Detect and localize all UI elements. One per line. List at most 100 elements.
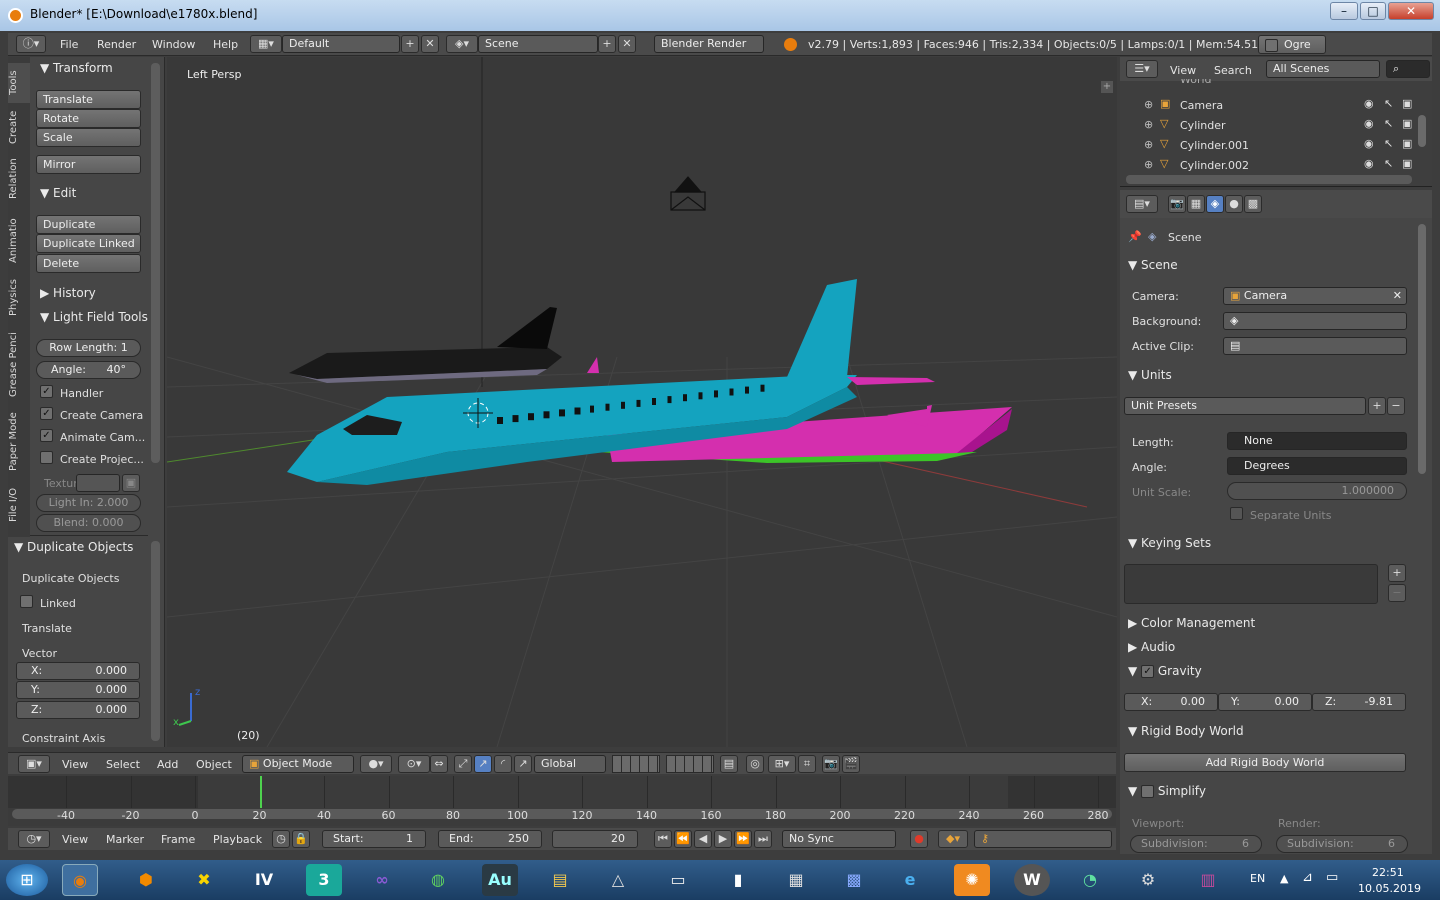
- tray-expand-icon[interactable]: ▲: [1280, 872, 1288, 885]
- proportional-edit-icon[interactable]: ◎: [746, 755, 764, 773]
- viewport-editor-type-icon[interactable]: ▣▾: [18, 755, 50, 773]
- gravity-x-field[interactable]: X: 0.00: [1124, 693, 1218, 711]
- play-icon[interactable]: ▶: [714, 830, 732, 848]
- mirror-button[interactable]: Mirror: [36, 155, 141, 174]
- network-icon[interactable]: ⊿: [1302, 870, 1313, 885]
- texture-browse-icon[interactable]: ▣: [122, 474, 140, 492]
- gravity-checkbox[interactable]: ✓: [1141, 665, 1155, 678]
- layers-context-icon[interactable]: ▦: [1187, 195, 1205, 213]
- language-indicator[interactable]: EN: [1250, 872, 1265, 885]
- taskbar-irfanview-icon[interactable]: IV: [246, 864, 282, 896]
- blend-field[interactable]: Blend: 0.000: [36, 514, 141, 532]
- outliner-item-label[interactable]: Camera: [1180, 99, 1223, 112]
- play-reverse-icon[interactable]: ◀: [694, 830, 712, 848]
- manipulator-scale-icon[interactable]: ◜: [494, 755, 512, 773]
- layer-buttons[interactable]: [612, 755, 660, 773]
- render-animation-icon[interactable]: 🎬: [842, 755, 860, 773]
- end-frame-field[interactable]: End: 250: [438, 830, 542, 848]
- timeline-editor-type-icon[interactable]: ◷▾: [18, 830, 50, 848]
- layout-add-icon[interactable]: +: [401, 35, 419, 53]
- 3d-viewport[interactable]: Left Persp z x (20) +: [167, 57, 1117, 747]
- transform-orientation-select[interactable]: Global: [534, 755, 606, 773]
- keying-add-icon[interactable]: +: [1388, 564, 1406, 582]
- outliner-search-field[interactable]: ⌕: [1386, 60, 1430, 78]
- viewport-subdivision-field[interactable]: Subdivision: 6: [1130, 835, 1262, 853]
- tab-physics[interactable]: Physics: [8, 275, 30, 321]
- scene-context-icon[interactable]: ◈: [1206, 195, 1224, 213]
- taskbar-intellij-icon[interactable]: ▮: [720, 864, 756, 896]
- taskbar-ie-icon[interactable]: e: [892, 864, 928, 896]
- texture-context-icon[interactable]: ▩: [1244, 195, 1262, 213]
- snap-icon[interactable]: ⊞▾: [768, 755, 796, 773]
- visibility-eye-icon[interactable]: ◉: [1364, 157, 1374, 170]
- layout-field[interactable]: Default: [282, 35, 400, 53]
- taskbar-xnview-icon[interactable]: ✖: [186, 864, 222, 896]
- renderability-camera-icon[interactable]: ▣: [1402, 117, 1412, 130]
- panel-history-header[interactable]: ▶ History: [40, 286, 96, 306]
- manipulator-toggle-icon[interactable]: ⇔: [430, 755, 448, 773]
- unit-preset-remove-icon[interactable]: −: [1387, 397, 1405, 415]
- viewport-menu-select[interactable]: Select: [106, 758, 140, 771]
- outliner-menu-search[interactable]: Search: [1214, 64, 1252, 77]
- menu-render[interactable]: Render: [97, 38, 136, 51]
- animate-camera-checkbox[interactable]: ✓: [40, 429, 53, 442]
- add-rigid-body-world-button[interactable]: Add Rigid Body World: [1124, 753, 1406, 772]
- taskbar-keyboard-icon[interactable]: ▩: [836, 864, 872, 896]
- start-button[interactable]: ⊞: [6, 864, 48, 896]
- texture-field[interactable]: [76, 474, 120, 492]
- properties-editor-type-icon[interactable]: ▤▾: [1126, 195, 1158, 213]
- outliner-item-label[interactable]: Cylinder.002: [1180, 159, 1249, 172]
- separate-units-checkbox[interactable]: [1230, 507, 1243, 520]
- vector-x-field[interactable]: X: 0.000: [16, 662, 140, 680]
- keying-remove-icon[interactable]: −: [1388, 584, 1406, 602]
- taskbar-monitor-icon[interactable]: ◔: [1072, 864, 1108, 896]
- camera-field[interactable]: ▣ Camera ✕: [1223, 287, 1407, 305]
- timeline-scrollbar[interactable]: [12, 809, 1112, 819]
- pivot-point-icon[interactable]: ⊙▾: [398, 755, 430, 773]
- clock-time[interactable]: 22:51: [1372, 866, 1404, 879]
- panel-duplicate-objects-header[interactable]: ▼ Duplicate Objects: [14, 540, 133, 560]
- selectability-cursor-icon[interactable]: ↖: [1384, 97, 1393, 110]
- black-plane-model[interactable]: [289, 307, 562, 383]
- active-keying-set-field[interactable]: ⚷: [974, 830, 1112, 848]
- outliner-editor-type-icon[interactable]: ☰▾: [1126, 60, 1158, 78]
- unit-preset-add-icon[interactable]: +: [1368, 397, 1386, 415]
- render-context-icon[interactable]: 📷: [1168, 195, 1186, 213]
- tab-relation[interactable]: Relation: [8, 153, 30, 205]
- panel-audio-header[interactable]: ▶ Audio: [1128, 640, 1175, 660]
- sync-mode-select[interactable]: No Sync: [782, 830, 896, 848]
- tab-create[interactable]: Create: [8, 107, 30, 147]
- clock-date[interactable]: 10.05.2019: [1358, 882, 1421, 895]
- viewport-corner-plus-icon[interactable]: +: [1101, 81, 1113, 93]
- outliner-hscrollbar[interactable]: [1126, 175, 1412, 184]
- world-context-icon[interactable]: ●: [1225, 195, 1243, 213]
- outliner-menu-view[interactable]: View: [1170, 64, 1196, 77]
- render-opengl-icon[interactable]: 📷: [822, 755, 840, 773]
- outliner-item-label[interactable]: Cylinder: [1180, 119, 1226, 132]
- outliner-display-select[interactable]: All Scenes: [1266, 60, 1380, 78]
- panel-edit-header[interactable]: ▼ Edit: [40, 186, 76, 206]
- linked-checkbox[interactable]: [20, 595, 33, 608]
- close-button[interactable]: ✕: [1388, 2, 1434, 20]
- render-engine-select[interactable]: Blender Render: [654, 35, 764, 53]
- tab-file-io[interactable]: File I/O: [8, 483, 30, 527]
- tool-shelf-scrollbar[interactable]: [151, 63, 160, 463]
- selectability-cursor-icon[interactable]: ↖: [1384, 137, 1393, 150]
- taskbar-w-app-icon[interactable]: W: [1014, 864, 1050, 896]
- taskbar-audition-icon[interactable]: Au: [482, 864, 518, 896]
- panel-keying-sets-header[interactable]: ▼ Keying Sets: [1128, 536, 1211, 556]
- expand-icon[interactable]: ⊕: [1144, 138, 1153, 151]
- panel-color-management-header[interactable]: ▶ Color Management: [1128, 616, 1255, 636]
- renderability-camera-icon[interactable]: ▣: [1402, 137, 1412, 150]
- taskbar-steam-icon[interactable]: ⚙: [1130, 864, 1166, 896]
- visibility-eye-icon[interactable]: ◉: [1364, 97, 1374, 110]
- row-length-field[interactable]: Row Length: 1: [36, 339, 141, 357]
- viewport-menu-view[interactable]: View: [62, 758, 88, 771]
- taskbar-blender-icon[interactable]: ◉: [62, 864, 98, 896]
- display-icon[interactable]: ▭: [1326, 870, 1338, 885]
- visibility-eye-icon[interactable]: ◉: [1364, 137, 1374, 150]
- selectability-cursor-icon[interactable]: ↖: [1384, 157, 1393, 170]
- editor-type-icon[interactable]: ⓘ▾: [16, 35, 46, 53]
- create-camera-checkbox[interactable]: ✓: [40, 407, 53, 420]
- maximize-button[interactable]: □: [1360, 2, 1386, 20]
